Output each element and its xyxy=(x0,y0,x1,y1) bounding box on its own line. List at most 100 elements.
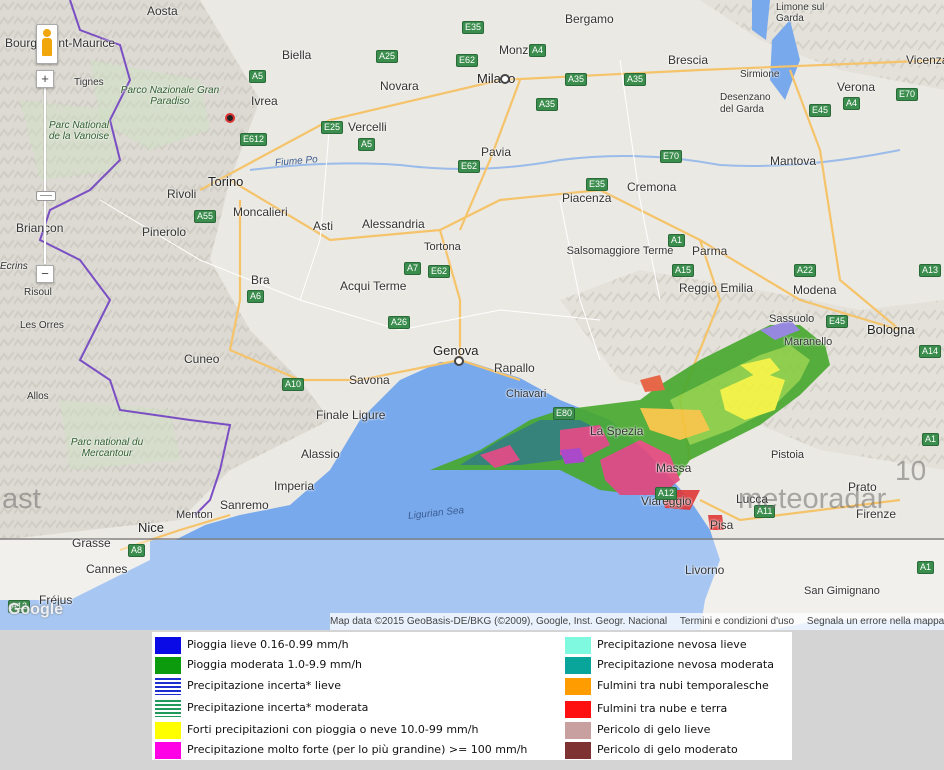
place-label: Sirmione xyxy=(740,69,780,80)
legend-label: Precipitazione molto forte (per lo più g… xyxy=(187,743,528,756)
legend-swatch xyxy=(155,657,181,674)
place-label: Pinerolo xyxy=(142,225,187,239)
place-label: Aosta xyxy=(147,4,178,18)
terms-link[interactable]: Termini e condizioni d'uso xyxy=(680,616,794,627)
highway-shield: A26 xyxy=(388,316,411,329)
place-label: Acqui Terme xyxy=(340,279,407,293)
park-label: Parc national du Mercantour xyxy=(70,437,144,459)
legend-swatch xyxy=(155,742,181,759)
highway-shield: E45 xyxy=(809,104,832,117)
place-label: Bergamo xyxy=(565,12,614,26)
place-label: Brescia xyxy=(668,53,709,67)
legend-label: Fulmini tra nube e terra xyxy=(597,702,728,715)
highway-shield: A1 xyxy=(922,433,940,446)
place-label: Risoul xyxy=(24,287,52,298)
place-label: Alassio xyxy=(301,447,340,461)
place-label: Pisa xyxy=(710,518,734,532)
legend-label: Precipitazione nevosa lieve xyxy=(597,638,747,651)
highway-shield: E35 xyxy=(586,178,609,191)
place-label: Chiavari xyxy=(506,388,547,400)
place-label: Bra xyxy=(251,273,270,287)
highway-shield: A15 xyxy=(672,264,695,277)
place-label: Nice xyxy=(138,520,165,535)
place-label: Torino xyxy=(208,174,244,189)
highway-shield: E70 xyxy=(896,88,919,101)
legend-label: Precipitazione incerta* lieve xyxy=(187,679,342,692)
highway-shield: E80 xyxy=(553,407,576,420)
zoom-slider-handle[interactable] xyxy=(36,191,56,201)
street-view-pegman[interactable] xyxy=(36,24,58,64)
place-label: Tortona xyxy=(424,241,461,253)
place-label: Pistoia xyxy=(771,449,805,461)
highway-shield: A55 xyxy=(194,210,217,223)
place-label: Alessandria xyxy=(362,217,425,231)
zoom-out-button[interactable]: − xyxy=(36,265,54,283)
highway-shield: A13 xyxy=(919,264,942,277)
highway-shield: E62 xyxy=(458,160,481,173)
highway-shield: A4 xyxy=(843,97,861,110)
place-label: San Gimignano xyxy=(804,585,880,597)
place-label: Allos xyxy=(27,391,49,402)
highway-shield: A7 xyxy=(404,262,422,275)
place-label: Parma xyxy=(692,244,728,258)
highway-shield: E35 xyxy=(462,21,485,34)
highway-shield: A1 xyxy=(668,234,686,247)
place-label: Rapallo xyxy=(494,361,535,375)
map-view[interactable]: Aosta Bourg-Saint-Maurice Tignes Biella … xyxy=(0,0,944,630)
place-label: Sassuolo xyxy=(769,313,815,325)
highway-shield: A35 xyxy=(565,73,588,86)
place-label: Maranello xyxy=(784,336,833,348)
place-label: Desenzano del Garda xyxy=(720,92,771,115)
map-attribution: Map data ©2015 GeoBasis-DE/BKG (©2009), … xyxy=(330,613,944,630)
highway-shield: E62 xyxy=(456,54,479,67)
legend-label: Pioggia lieve 0.16-0.99 mm/h xyxy=(187,638,349,651)
place-label: Cremona xyxy=(627,180,677,194)
watermark-number: 10 xyxy=(895,455,927,486)
highway-shield: A22 xyxy=(794,264,817,277)
legend-swatch xyxy=(155,722,181,739)
legend-label: Pioggia moderata 1.0-9.9 mm/h xyxy=(187,658,363,671)
legend-swatch xyxy=(155,637,181,654)
place-label: Novara xyxy=(380,79,419,93)
legend-label: Precipitazione nevosa moderata xyxy=(597,658,774,671)
place-label: Cannes xyxy=(86,562,128,576)
place-label: Savona xyxy=(349,373,390,387)
legend-label: Pericolo di gelo moderato xyxy=(597,743,738,756)
place-label: Grasse xyxy=(72,536,111,550)
place-label: Modena xyxy=(793,283,837,297)
report-error-link[interactable]: Segnala un errore nella mappa xyxy=(807,616,944,627)
place-label: Vercelli xyxy=(348,120,387,134)
legend-swatch xyxy=(155,700,181,717)
legend-swatch xyxy=(565,722,591,739)
zoom-in-button[interactable]: + xyxy=(36,70,54,88)
zoom-slider-track[interactable] xyxy=(44,86,46,264)
legend-label: Precipitazione incerta* moderata xyxy=(187,701,369,714)
city-marker xyxy=(500,74,510,84)
park-label: Parco Nazionale Gran Paradiso xyxy=(120,85,220,107)
highway-shield: A8 xyxy=(128,544,146,557)
place-label: Piacenza xyxy=(562,191,612,205)
place-label: Briançon xyxy=(16,221,64,235)
place-label: Livorno xyxy=(685,563,725,577)
legend-swatch xyxy=(565,637,591,654)
place-label: Cuneo xyxy=(184,352,220,366)
place-label: Imperia xyxy=(274,479,315,493)
legend-label: Forti precipitazioni con pioggia o neve … xyxy=(187,723,479,736)
city-marker xyxy=(454,356,464,366)
place-label: Vicenza xyxy=(906,53,944,67)
highway-shield: E45 xyxy=(826,315,849,328)
place-label: Pavia xyxy=(481,145,512,159)
place-label: Les Orres xyxy=(20,320,64,331)
park-label: Parc National de la Vanoise xyxy=(48,120,110,142)
legend-swatch xyxy=(565,742,591,759)
place-label: Asti xyxy=(313,219,334,233)
place-label: Massa xyxy=(656,461,692,475)
highway-shield: E612 xyxy=(240,133,268,146)
place-label: Tignes xyxy=(74,77,104,88)
place-label: Finale Ligure xyxy=(316,408,386,422)
highway-shield: A25 xyxy=(376,50,399,63)
highway-shield: E25 xyxy=(321,121,344,134)
highway-shield: A6 xyxy=(247,290,265,303)
place-label: Biella xyxy=(282,48,312,62)
google-logo[interactable]: Google xyxy=(8,601,63,619)
